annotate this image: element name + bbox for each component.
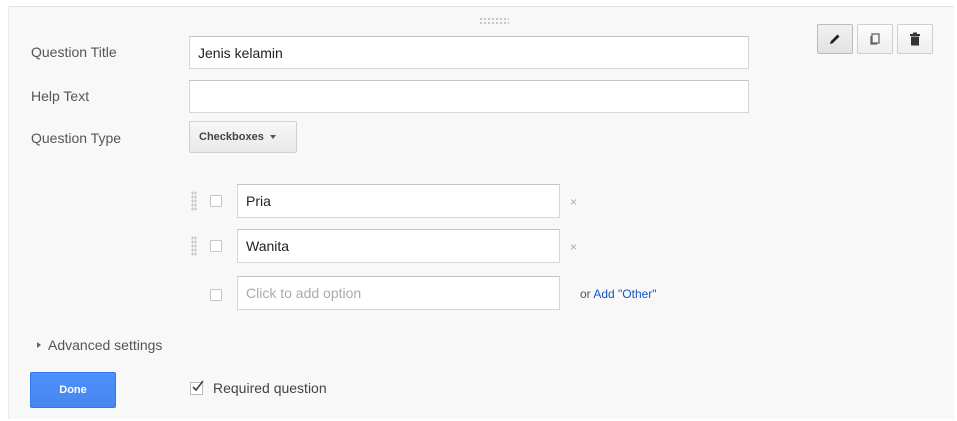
remove-option-icon[interactable]: × <box>570 195 577 209</box>
done-button[interactable]: Done <box>30 372 116 408</box>
trash-icon <box>910 32 920 46</box>
option-drag-icon[interactable] <box>191 191 197 211</box>
delete-button[interactable] <box>897 24 933 54</box>
or-text: or <box>580 287 591 301</box>
option-checkbox-icon <box>210 195 222 207</box>
duplicate-icon <box>870 33 880 45</box>
add-option-input[interactable] <box>237 276 560 310</box>
option-drag-icon[interactable] <box>191 236 197 256</box>
remove-option-icon[interactable]: × <box>570 240 577 254</box>
edit-button[interactable] <box>817 24 853 54</box>
add-other-link[interactable]: Add "Other" <box>593 287 656 301</box>
required-question-label: Required question <box>213 380 327 396</box>
advanced-settings-label: Advanced settings <box>48 337 163 353</box>
triangle-right-icon <box>37 342 41 348</box>
required-question-toggle[interactable]: Required question <box>190 380 327 396</box>
question-type-value: Checkboxes <box>199 131 264 143</box>
add-other-text: or Add "Other" <box>580 287 657 301</box>
question-type-label: Question Type <box>31 130 122 146</box>
help-text-input[interactable] <box>189 80 749 113</box>
required-checkbox[interactable] <box>190 380 204 395</box>
question-title-label: Question Title <box>31 44 117 60</box>
drag-handle-icon[interactable] <box>479 17 509 25</box>
advanced-settings-toggle[interactable]: Advanced settings <box>37 337 162 353</box>
chevron-down-icon <box>269 135 276 139</box>
checkmark-icon <box>192 380 204 391</box>
question-type-select[interactable]: Checkboxes <box>189 121 297 153</box>
option-input-1[interactable] <box>237 184 560 218</box>
add-option-checkbox-icon <box>210 289 222 301</box>
option-input-2[interactable] <box>237 229 560 263</box>
option-checkbox-icon <box>210 240 222 252</box>
question-title-input[interactable] <box>189 36 749 69</box>
help-text-label: Help Text <box>31 88 90 104</box>
question-toolbar <box>817 24 933 54</box>
pencil-icon <box>830 34 840 44</box>
duplicate-button[interactable] <box>857 24 893 54</box>
